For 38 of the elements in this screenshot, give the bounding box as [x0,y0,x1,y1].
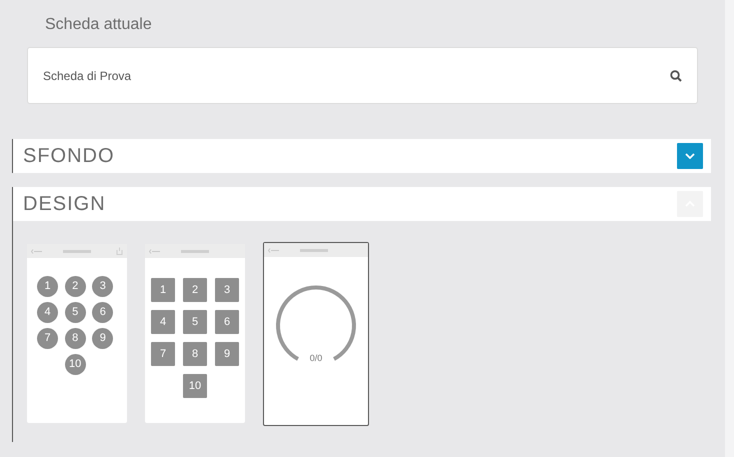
search-icon [670,70,682,82]
chevron-icon [685,153,695,159]
keypad-key: 3 [215,278,239,302]
section-header[interactable]: DESIGN [13,187,711,221]
keypad-key: 4 [151,310,175,334]
keypad-key: 3 [92,276,114,297]
keypad-key: 2 [64,276,86,297]
keypad-key: 7 [37,328,58,349]
keypad-key: 9 [215,342,239,366]
gauge-reading: 0/0 [308,352,324,364]
current-sheet-field[interactable]: Scheda di Prova [27,47,698,104]
share-icon [116,247,123,255]
keypad-key: 1 [151,278,175,302]
keypad-key: 6 [215,310,239,334]
keypad-key: 4 [37,302,58,323]
keypad-key: 5 [183,310,207,334]
keypad-key: 5 [64,302,86,323]
design-thumbnail[interactable]: 0/0 [263,242,369,426]
keypad-key: 6 [92,302,114,323]
keypad-key: 8 [183,342,207,366]
keypad-key: 10 [64,354,86,375]
keypad-key: 10 [183,374,207,398]
design-thumbnail[interactable]: 1 2 3 4 5 6 7 8 9 10 [145,244,245,423]
section-label: Scheda attuale [45,16,152,33]
keypad-key: 9 [92,328,114,349]
section-title: DESIGN [23,192,106,217]
back-icon [149,248,161,254]
back-icon [268,248,280,252]
back-icon [31,248,43,254]
design-thumbnail[interactable]: 1 2 3 4 5 6 7 8 9 10 [27,244,127,423]
keypad-key: 1 [37,276,58,297]
section-header[interactable]: SFONDO [13,139,711,173]
keypad-key: 8 [64,328,86,349]
keypad-key: 2 [183,278,207,302]
field-value: Scheda di Prova [43,68,132,84]
toggle-button[interactable] [677,143,703,169]
section-title: SFONDO [23,144,115,169]
keypad-key: 7 [151,342,175,366]
